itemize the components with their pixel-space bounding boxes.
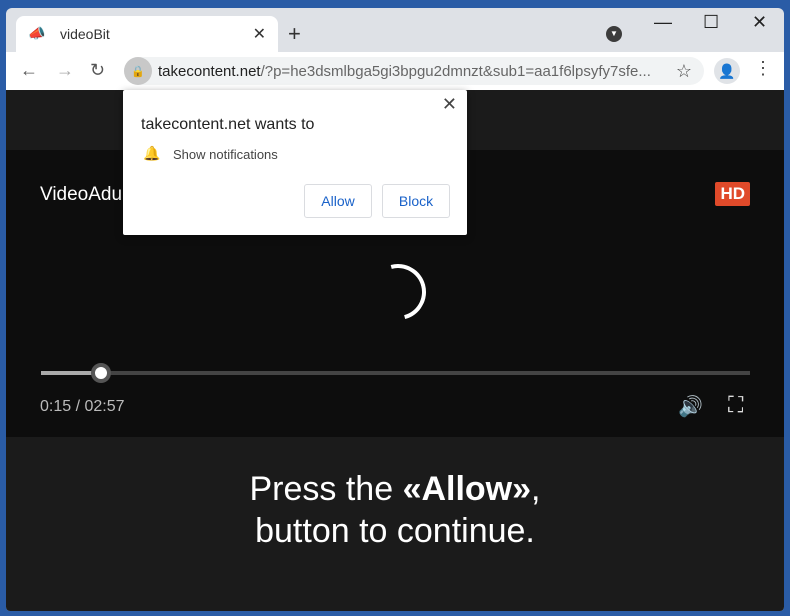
block-button[interactable]: Block [382,184,450,218]
url-domain: takecontent.net [158,62,261,80]
message-line2: button to continue. [255,512,535,550]
url-path: /?p=he3dsmlbga5gi3bpgu2dmnzt&sub1=aa1f6l… [260,62,651,80]
loading-spinner-icon [359,253,437,331]
time-display: 0:15 / 02:57 [40,398,125,415]
close-window-button[interactable]: ✕ [752,12,767,33]
close-tab-icon[interactable]: ✕ [253,24,266,44]
browser-window: 📣 videoBit ✕ + ▼ — ☐ ✕ ← → ↻ 🔒 takeconte… [6,8,784,611]
bookmark-star-icon[interactable]: ☆ [676,61,692,82]
progress-knob[interactable] [91,363,112,383]
video-title: VideoAdu [40,184,123,205]
instruction-message: Press the «Allow», button to continue. [6,468,784,552]
message-text: Press the [249,470,403,508]
megaphone-icon: 📣 [28,25,46,41]
permission-label: Show notifications [173,147,278,162]
minimize-button[interactable]: — [654,12,672,33]
bell-icon: 🔔 [143,145,161,161]
toolbar: ← → ↻ 🔒 takecontent.net/?p=he3dsmlbga5gi… [6,52,784,90]
volume-icon[interactable]: 🔊 [678,394,703,419]
tab-title: videoBit [60,26,110,42]
hd-badge: HD [715,182,750,206]
allow-button[interactable]: Allow [304,184,372,218]
duration: 02:57 [84,398,125,415]
message-allow: «Allow» [402,470,532,508]
back-icon[interactable]: ← [20,60,38,81]
lock-icon[interactable]: 🔒 [124,57,152,85]
notification-permission-popup: ✕ takecontent.net wants to 🔔 Show notifi… [123,90,467,235]
progress-bar[interactable] [41,363,750,383]
tab-search-icon[interactable]: ▼ [606,26,622,42]
forward-icon[interactable]: → [56,60,74,81]
message-comma: , [531,470,541,508]
address-bar[interactable]: 🔒 takecontent.net/?p=he3dsmlbga5gi3bpgu2… [124,57,704,85]
popup-heading: takecontent.net wants to [141,116,315,133]
close-popup-icon[interactable]: ✕ [442,94,457,115]
menu-icon[interactable]: ⋮ [754,58,772,79]
reload-icon[interactable]: ↻ [90,60,105,81]
profile-icon[interactable]: 👤 [714,58,740,84]
url-text[interactable]: takecontent.net/?p=he3dsmlbga5gi3bpgu2dm… [158,63,676,80]
new-tab-button[interactable]: + [288,21,301,47]
maximize-button[interactable]: ☐ [703,12,719,33]
current-time: 0:15 [40,398,72,415]
tab-videobit[interactable]: 📣 videoBit ✕ [16,16,278,52]
fullscreen-icon[interactable]: ⛶ [728,392,743,418]
